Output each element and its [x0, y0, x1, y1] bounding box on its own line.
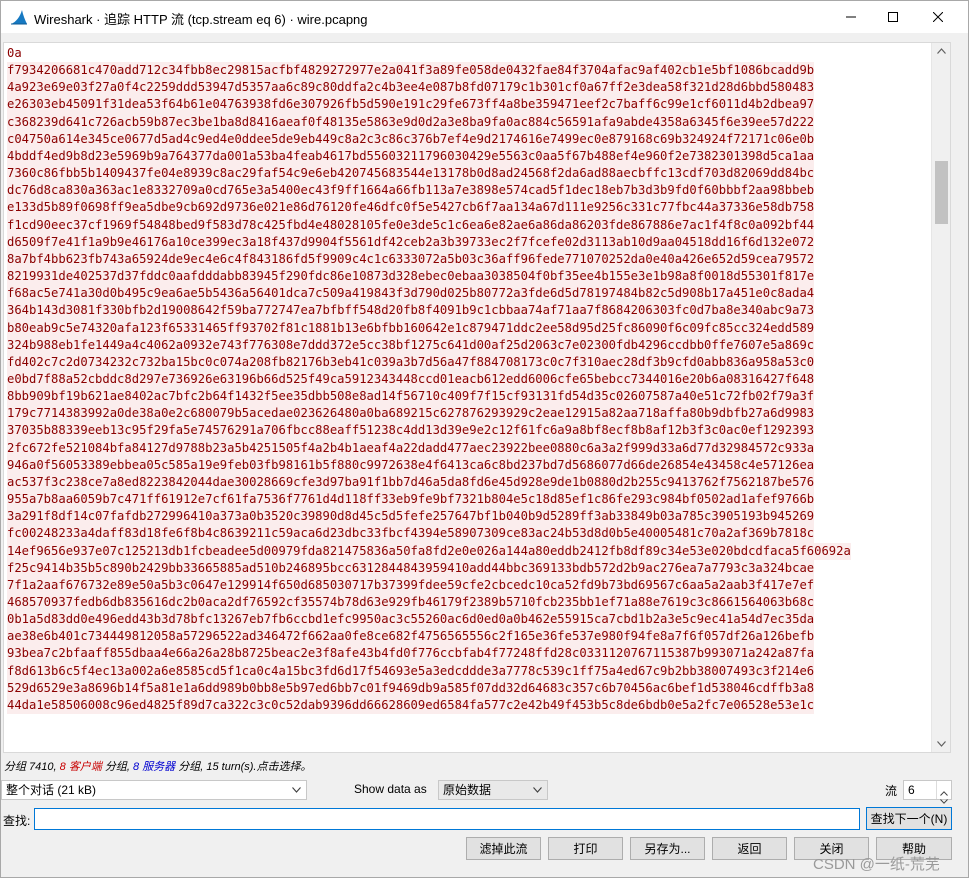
- stream-line: 8bb909bf19b621ae8402ac7bfc2b64f1432f5ee3…: [7, 388, 815, 406]
- stream-line: 3a291f8df14c07fafdb272996410a373a0b3520c…: [7, 508, 815, 526]
- conversation-select[interactable]: 整个对话 (21 kB): [1, 780, 307, 800]
- chevron-down-icon: [292, 787, 301, 793]
- stream-line: 4bddf4ed9b8d23e5969b9a764377da001a53ba4f…: [7, 147, 815, 166]
- maximize-icon: [888, 12, 898, 22]
- title-bar[interactable]: Wireshark · 追踪 HTTP 流 (tcp.stream eq 6) …: [1, 1, 968, 33]
- show-data-as-label: Show data as: [354, 782, 427, 796]
- find-label: 查找:: [3, 814, 31, 828]
- stream-line: c368239d641c726acb59b87ec3be1ba8d8416aea…: [7, 113, 815, 131]
- stream-text-area[interactable]: 0a f7934206681c470add712c34fbb8ec29815acf…: [3, 42, 951, 753]
- stream-line: f1cd90eec37cf1969f54848bed9f583d78c425fb…: [7, 216, 815, 234]
- stream-line: ac537f3c238ce7a8ed8223842044dae30028669c…: [7, 473, 815, 492]
- stream-line: fc00248233a4daff83d18fe6f8b4c8639211c59a…: [7, 525, 815, 543]
- minimize-button[interactable]: [828, 1, 874, 33]
- show-data-as-value: 原始数据: [443, 783, 492, 797]
- stream-line: 364b143d3081f330bfb2d19008642f59ba772747…: [7, 302, 815, 320]
- stream-line: 93bea7c2bfaaff855dbaa4e66a26a28b8725beac…: [7, 645, 815, 663]
- stream-number-label: 流: [885, 784, 898, 798]
- stream-line: f25c9414b35b5c890b2429bb33665885ad510b24…: [7, 559, 815, 577]
- stream-line: 179c7714383992a0de38a0e2c680079b5acedae0…: [7, 405, 815, 423]
- stream-line: 44da1e58506008c96ed4825f89d7ca322c3c0c52…: [7, 696, 815, 715]
- client-label[interactable]: 客户端: [69, 761, 102, 773]
- stream-line: e133d5b89f0698ff9ea5dbe9cb692d9736e021e8…: [7, 199, 815, 217]
- stream-line: 0b1a5d83dd0e496edd43b3d78bfc13267eb7fb6c…: [7, 611, 815, 629]
- filter-out-stream-button[interactable]: 滤掉此流: [466, 837, 541, 860]
- stream-line: e26303eb45091f31dea53f64b61e04763938fd6e…: [7, 96, 815, 114]
- stream-line: 468570937fedb6db835616dc2b0aca2df76592cf…: [7, 594, 815, 612]
- stream-line: f8d613b6c5f4ec13a002a6e8585cd5f1ca0c4a15…: [7, 662, 815, 680]
- status-prefix: 分组 7410,: [4, 761, 60, 773]
- watermark-text: CSDN @一纸-荒芜: [813, 856, 940, 873]
- print-button[interactable]: 打印: [548, 837, 623, 860]
- stream-line: c04750a614e345ce0677d5ad4c9ed4e0ddee5de9…: [7, 130, 815, 148]
- stream-line: 14ef9656e937e07c125213db1fcbeadee5d00979…: [7, 542, 851, 560]
- stream-line: 0a: [7, 45, 22, 63]
- status-mid1: 分组,: [101, 761, 133, 773]
- stream-line: 4a923e69e03f27a0f4c2259ddd53947d5357aa6c…: [7, 79, 815, 97]
- stream-line: 955a7b8aa6059b7c471ff61912e7cf61fa7536f7…: [7, 491, 815, 509]
- stream-line: 2fc672fe521084bfa84127d9788b23a5b4251505…: [7, 439, 815, 457]
- stream-status-text[interactable]: 分组 7410, 8 客户端 分组, 8 服务器 分组, 15 turn(s).…: [4, 758, 311, 774]
- stream-line: d6509f7e41f1a9b9e46176a10ce399ec3a18f437…: [7, 233, 815, 251]
- stream-line: fd402c7c2d0734232c732ba15bc0c074a208fb82…: [7, 353, 815, 371]
- minimize-icon: [846, 16, 856, 18]
- stream-line: dc76d8ca830a363ac1e8332709a0cd765e3a5400…: [7, 182, 815, 200]
- maximize-button[interactable]: [870, 1, 916, 33]
- conversation-value: 整个对话 (21 kB): [6, 783, 97, 797]
- stream-line: b80eab9c5e74320afa123f65331465ff93702f81…: [7, 319, 815, 337]
- save-as-button[interactable]: 另存为...: [630, 837, 705, 860]
- show-data-as-select[interactable]: 原始数据: [438, 780, 548, 800]
- server-count: 8: [133, 761, 140, 773]
- close-window-button[interactable]: [915, 1, 961, 33]
- stream-number-value: 6: [908, 783, 915, 797]
- chevron-down-icon: [533, 787, 542, 793]
- server-label[interactable]: 服务器: [142, 761, 175, 773]
- spin-arrows[interactable]: [936, 781, 951, 804]
- scroll-down-arrow[interactable]: [932, 736, 951, 752]
- follow-stream-window: Wireshark · 追踪 HTTP 流 (tcp.stream eq 6) …: [0, 0, 969, 878]
- stream-line: 7360c86fbb5b1409437fe04e8939c8ac29faf54c…: [7, 165, 815, 183]
- stream-line: ae38e6b401c734449812058a57296522ad346472…: [7, 628, 815, 646]
- close-icon: [933, 12, 943, 22]
- back-button[interactable]: 返回: [712, 837, 787, 860]
- stream-content: 0a f7934206681c470add712c34fbb8ec29815acf…: [7, 45, 851, 715]
- chevron-down-icon: [937, 741, 946, 747]
- status-mid2: 分组, 15 turn(s).点击选择。: [175, 761, 312, 773]
- client-count: 8: [59, 761, 66, 773]
- wireshark-fin-icon: [10, 9, 28, 25]
- stream-line: f68ac5e741a30d0b495c9ea6ae5b5436a56401dc…: [7, 285, 815, 303]
- stream-line: 37035b88339eeb13c95f29fa5e74576291a706fb…: [7, 422, 815, 440]
- chevron-up-icon: [937, 48, 946, 54]
- scrollbar-thumb[interactable]: [935, 161, 948, 224]
- stream-line: 8a7bf4bb623fb743a65924de9ec4e6c4f843186f…: [7, 250, 815, 269]
- scroll-up-arrow[interactable]: [932, 43, 951, 59]
- find-next-button[interactable]: 查找下一个(N): [866, 807, 952, 830]
- vertical-scrollbar[interactable]: [931, 43, 950, 752]
- stream-line: 324b988eb1fe1449a4c4062a0932e743f776308e…: [7, 336, 815, 354]
- stream-line: 529d6529e3a8696b14f5a81e1a6dd989b0bb8e5b…: [7, 679, 815, 697]
- stream-line: f7934206681c470add712c34fbb8ec29815acfbf…: [7, 62, 815, 80]
- stream-line: e0bd7f88a52cbddc8d297e736926e63196b66d52…: [7, 370, 815, 389]
- window-title: Wireshark · 追踪 HTTP 流 (tcp.stream eq 6) …: [34, 12, 368, 27]
- stream-line: 946a0f56053389ebbea05c585a19e9feb03fb981…: [7, 456, 815, 474]
- stream-line: 8219931de402537d37fddc0aafdddabb83945f29…: [7, 268, 815, 286]
- find-input[interactable]: [34, 808, 860, 830]
- stream-line: 7f1a2aaf676732e89e50a5b3c0647e129914f650…: [7, 576, 815, 594]
- stream-number-spinbox[interactable]: 6: [903, 780, 952, 804]
